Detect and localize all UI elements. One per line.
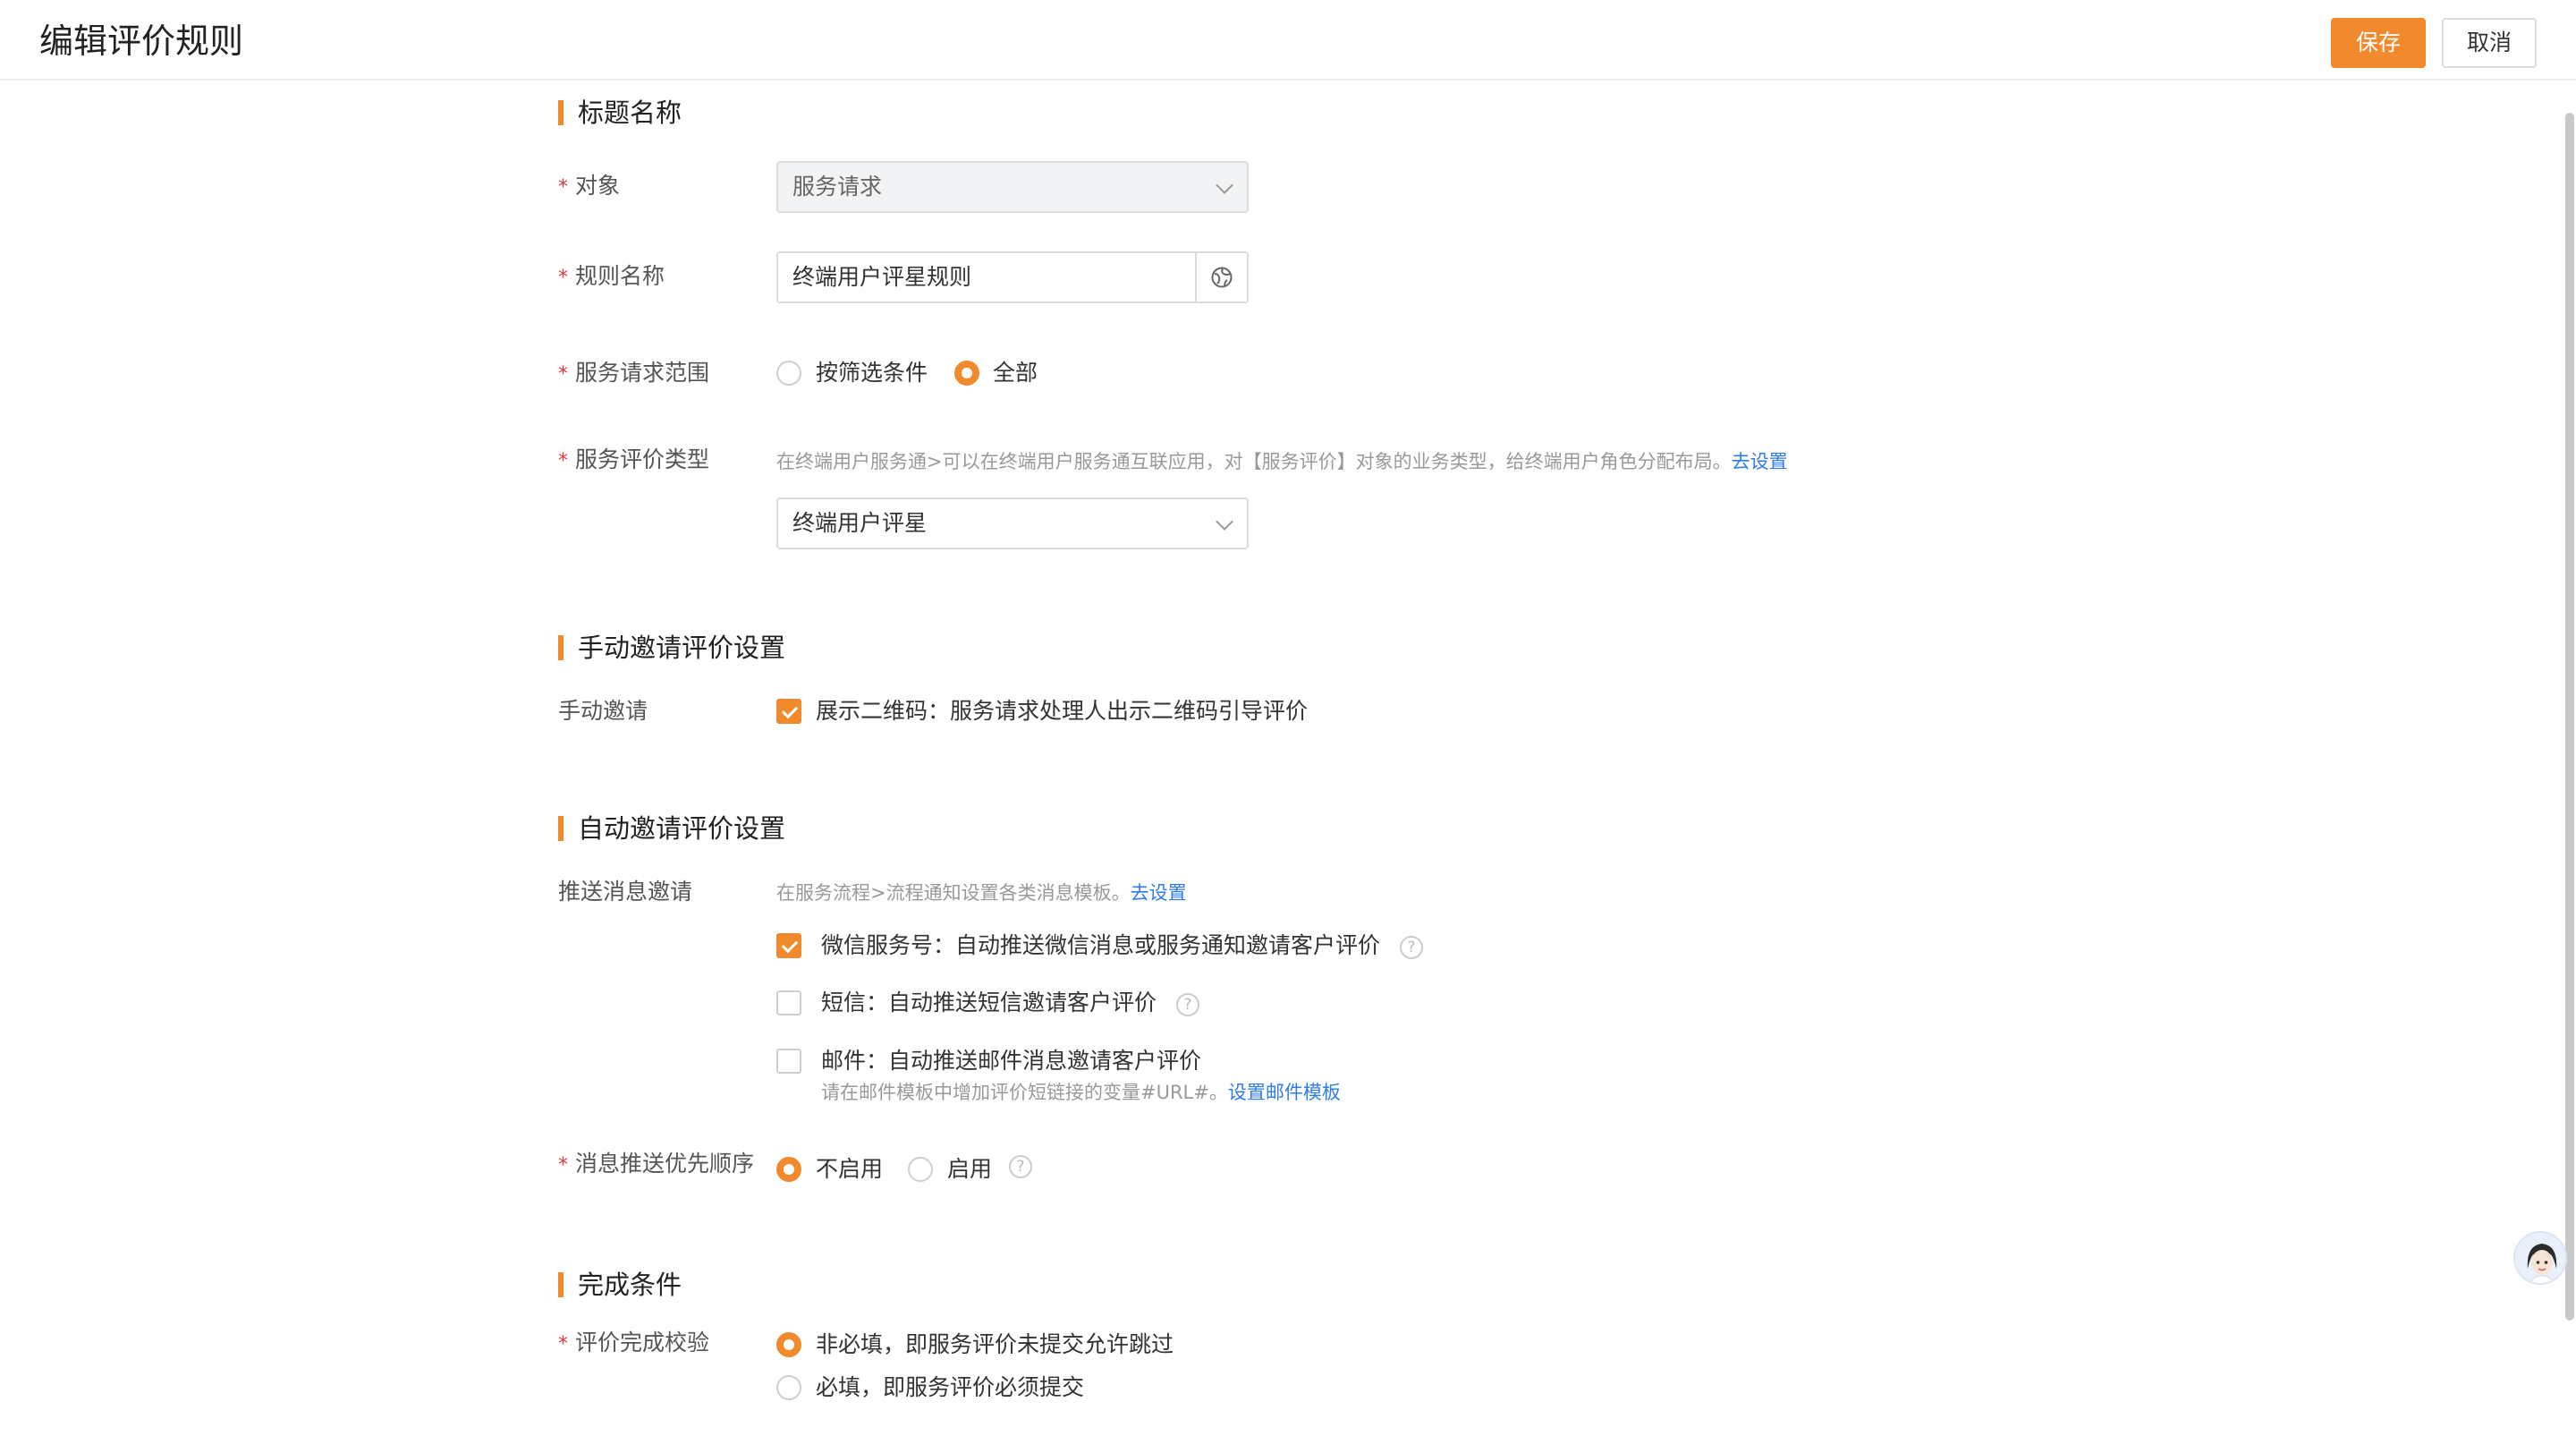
help-icon[interactable]: ? bbox=[1009, 1155, 1032, 1178]
page-title: 编辑评价规则 bbox=[39, 21, 244, 61]
mail-hint: 请在邮件模板中增加评价短链接的变量#URL#。设置邮件模板 bbox=[821, 1082, 1341, 1103]
validation-label: * 评价完成校验 bbox=[558, 1330, 710, 1355]
page-header: 编辑评价规则 保存 取消 bbox=[0, 0, 2576, 81]
object-label: * 对象 bbox=[558, 173, 621, 199]
eval-type-hint: 在终端用户服务通>可以在终端用户服务通互联应用，对【服务评价】对象的业务类型，给… bbox=[776, 451, 1788, 472]
scope-radio-all[interactable] bbox=[954, 361, 979, 386]
priority-radio-on[interactable] bbox=[908, 1157, 933, 1182]
push-settings-link[interactable]: 去设置 bbox=[1131, 882, 1187, 904]
validation-radio-optional[interactable] bbox=[776, 1332, 801, 1357]
chevron-down-icon bbox=[1216, 513, 1233, 531]
object-select-value: 服务请求 bbox=[792, 174, 883, 200]
push-invite-hint: 在服务流程>流程通知设置各类消息模板。去设置 bbox=[776, 882, 1187, 904]
object-select[interactable]: 服务请求 bbox=[776, 161, 1249, 213]
scope-label: * 服务请求范围 bbox=[558, 360, 710, 386]
mail-template-link[interactable]: 设置邮件模板 bbox=[1228, 1082, 1341, 1103]
save-button[interactable]: 保存 bbox=[2331, 18, 2426, 68]
section-manual-title: 手动邀请评价设置 bbox=[558, 630, 785, 666]
priority-radio-off[interactable] bbox=[776, 1157, 801, 1182]
sms-option[interactable]: 短信：自动推送短信邀请客户评价 bbox=[821, 987, 1157, 1019]
section-auto-title: 自动邀请评价设置 bbox=[558, 811, 785, 846]
scrollbar[interactable] bbox=[2565, 113, 2574, 1321]
help-icon[interactable]: ? bbox=[1176, 993, 1199, 1016]
wechat-checkbox[interactable] bbox=[776, 933, 801, 958]
eval-type-select[interactable]: 终端用户评星 bbox=[776, 497, 1249, 549]
scope-option-all[interactable]: 全部 bbox=[993, 357, 1038, 389]
validation-radio-required[interactable] bbox=[776, 1375, 801, 1400]
scope-option-filter[interactable]: 按筛选条件 bbox=[816, 357, 928, 389]
manual-invite-label: 手动邀请 bbox=[558, 698, 648, 724]
scope-radio-filter[interactable] bbox=[776, 361, 801, 386]
assistant-avatar-icon[interactable] bbox=[2513, 1231, 2567, 1285]
chevron-down-icon bbox=[1216, 176, 1233, 194]
push-invite-label: 推送消息邀请 bbox=[558, 879, 693, 905]
validation-option-required[interactable]: 必填，即服务评价必须提交 bbox=[816, 1372, 1084, 1404]
section-basic-title: 标题名称 bbox=[558, 95, 682, 131]
qr-code-option[interactable]: 展示二维码：服务请求处理人出示二维码引导评价 bbox=[816, 695, 1308, 727]
cancel-button[interactable]: 取消 bbox=[2442, 18, 2537, 68]
help-icon[interactable]: ? bbox=[1400, 936, 1423, 959]
priority-label: * 消息推送优先顺序 bbox=[558, 1151, 755, 1177]
priority-option-off[interactable]: 不启用 bbox=[816, 1153, 883, 1185]
globe-icon[interactable] bbox=[1195, 253, 1247, 302]
rule-name-value: 终端用户评星规则 bbox=[792, 264, 972, 290]
rule-name-input[interactable]: 终端用户评星规则 bbox=[776, 251, 1249, 303]
rule-name-label: * 规则名称 bbox=[558, 263, 665, 289]
mail-checkbox[interactable] bbox=[776, 1049, 801, 1074]
section-complete-title: 完成条件 bbox=[558, 1267, 682, 1303]
qr-code-checkbox[interactable] bbox=[776, 699, 801, 724]
priority-option-on[interactable]: 启用 bbox=[947, 1153, 992, 1185]
eval-type-label: * 服务评价类型 bbox=[558, 446, 710, 472]
sms-checkbox[interactable] bbox=[776, 990, 801, 1015]
wechat-option[interactable]: 微信服务号：自动推送微信消息或服务通知邀请客户评价 bbox=[821, 930, 1380, 962]
mail-option[interactable]: 邮件：自动推送邮件消息邀请客户评价 bbox=[821, 1045, 1201, 1077]
validation-option-optional[interactable]: 非必填，即服务评价未提交允许跳过 bbox=[816, 1329, 1174, 1361]
eval-type-select-value: 终端用户评星 bbox=[792, 510, 928, 536]
eval-type-settings-link[interactable]: 去设置 bbox=[1732, 451, 1788, 472]
